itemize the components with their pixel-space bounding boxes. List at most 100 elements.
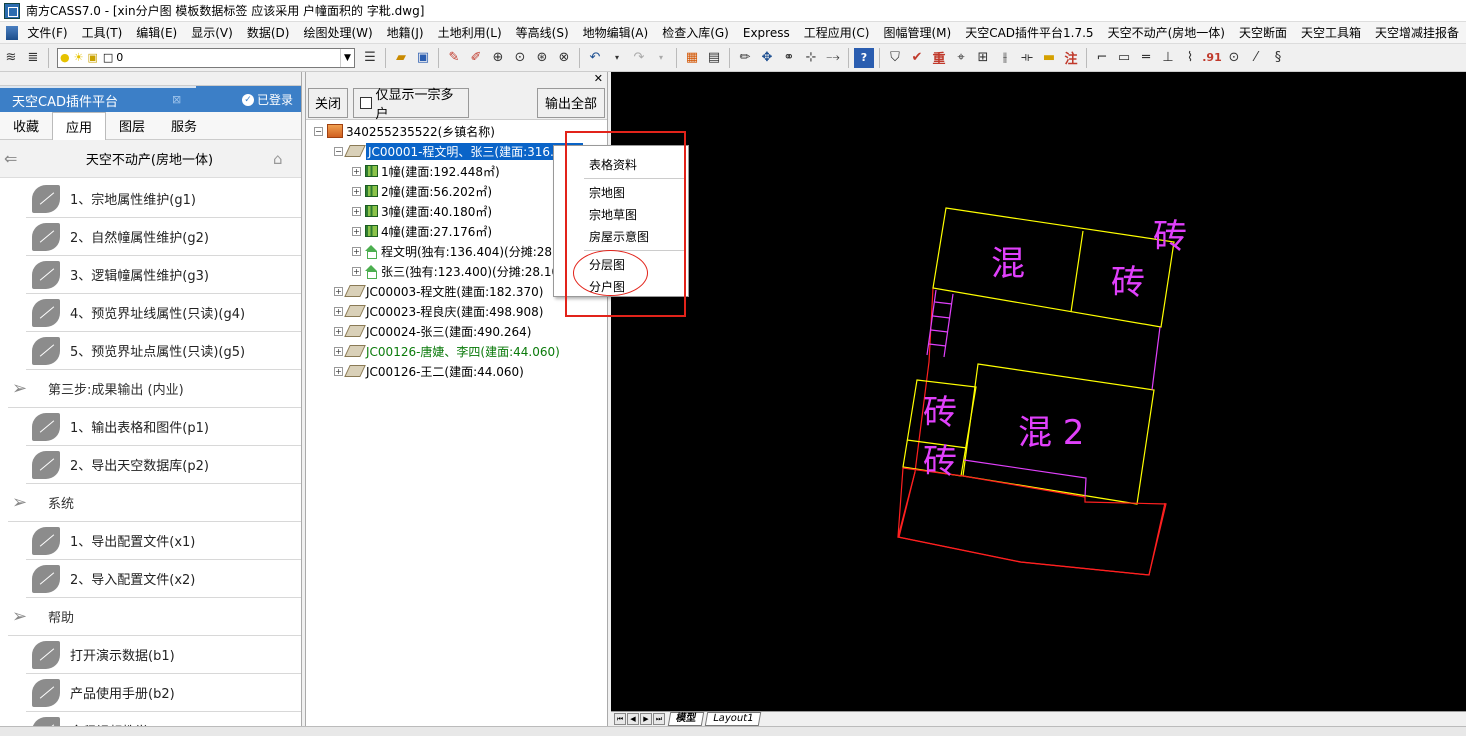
- note-icon[interactable]: 注: [1061, 48, 1081, 68]
- menu-item-table-data[interactable]: 表格资料: [589, 156, 637, 173]
- function-item[interactable]: 4、预览界址线属性(只读)(g4): [26, 294, 301, 332]
- function-item[interactable]: 1、输出表格和图件(p1): [26, 408, 301, 446]
- tab-model[interactable]: 模型: [667, 712, 705, 726]
- scale-icon[interactable]: ▬: [1039, 48, 1059, 68]
- tree-root[interactable]: − 340255235522(乡镇名称): [314, 122, 495, 140]
- tree-node-household[interactable]: + 张三(独有:123.400)(分摊:28.10: [352, 262, 559, 280]
- expand-icon[interactable]: +: [334, 346, 343, 356]
- tree-node-parcel[interactable]: + JC00126-王二(建面:44.060): [334, 362, 524, 380]
- menu-toolbox[interactable]: 天空工具箱: [1294, 24, 1368, 41]
- undo-icon[interactable]: ↶: [585, 48, 605, 68]
- menu-section[interactable]: 天空断面: [1232, 24, 1294, 41]
- expand-icon[interactable]: +: [352, 206, 361, 216]
- linetype-icon[interactable]: ☰: [360, 48, 380, 68]
- hatch-icon[interactable]: ⌇: [1180, 48, 1200, 68]
- layers-icon[interactable]: ≋: [1, 48, 21, 68]
- chevron-down-icon[interactable]: ▼: [340, 48, 354, 67]
- menu-express[interactable]: Express: [736, 26, 797, 40]
- function-item[interactable]: 5、预览界址点属性(只读)(g5): [26, 332, 301, 370]
- tree-node-building[interactable]: + 2幢(建面:56.202㎡): [352, 182, 492, 200]
- layer-states-icon[interactable]: ≣: [23, 48, 43, 68]
- circle-point-icon[interactable]: ⊙: [1224, 48, 1244, 68]
- tree-node-building[interactable]: + 4幢(建面:27.176㎡): [352, 222, 492, 240]
- expand-icon[interactable]: +: [352, 266, 361, 276]
- pencil-icon[interactable]: ✎: [444, 48, 464, 68]
- curve-icon[interactable]: §: [1268, 48, 1288, 68]
- document-icon[interactable]: [6, 25, 19, 40]
- menu-contour[interactable]: 等高线(S): [509, 24, 576, 41]
- menu-item-household-plan[interactable]: 分户图: [589, 278, 625, 295]
- eraser-icon[interactable]: ✐: [466, 48, 486, 68]
- block-icon[interactable]: ⊞: [973, 48, 993, 68]
- collapse-icon[interactable]: −: [334, 146, 343, 156]
- tab-layout1[interactable]: Layout1: [704, 712, 762, 726]
- trim-icon[interactable]: ⊹: [801, 48, 821, 68]
- dimension-icon[interactable]: ⟛: [1017, 48, 1037, 68]
- menu-sheet[interactable]: 图幅管理(M): [876, 24, 958, 41]
- extend-icon[interactable]: ⤍: [823, 48, 843, 68]
- fence-icon[interactable]: ⊥: [1158, 48, 1178, 68]
- zoom-window-icon[interactable]: ⊛: [532, 48, 552, 68]
- tree-node-building[interactable]: + 3幢(建面:40.180㎡): [352, 202, 492, 220]
- function-item[interactable]: 产品使用手册(b2): [26, 674, 301, 712]
- tree-node-parcel[interactable]: + JC00126-唐婕、李四(建面:44.060): [334, 342, 560, 360]
- next-tab-icon[interactable]: ▶: [640, 713, 652, 725]
- menu-check[interactable]: 检查入库(G): [655, 24, 736, 41]
- line-icon[interactable]: ⁄: [1246, 48, 1266, 68]
- tag-icon[interactable]: ⛉: [885, 48, 905, 68]
- tab-services[interactable]: 服务: [158, 112, 210, 140]
- expand-icon[interactable]: +: [334, 366, 343, 376]
- menu-edit[interactable]: 编辑(E): [129, 24, 184, 41]
- expand-icon[interactable]: +: [352, 166, 361, 176]
- tree-node-selected[interactable]: − JC00001-程文明、张三(建面:316.008): [334, 142, 584, 160]
- function-item[interactable]: 1、导出配置文件(x1): [26, 522, 301, 560]
- undo-dropdown-icon[interactable]: ▾: [607, 48, 627, 68]
- only-multi-household-checkbox[interactable]: 仅显示一宗多户: [353, 87, 469, 122]
- menu-feature-edit[interactable]: 地物编辑(A): [576, 24, 656, 41]
- export-all-button[interactable]: 输出全部: [537, 87, 605, 118]
- calculator-icon[interactable]: ▤: [704, 48, 724, 68]
- redo-dropdown-icon[interactable]: ▾: [651, 48, 671, 68]
- last-tab-icon[interactable]: ⏭: [653, 713, 665, 725]
- redo-icon[interactable]: ↷: [629, 48, 649, 68]
- menu-drawing[interactable]: 绘图处理(W): [296, 24, 379, 41]
- collapse-icon[interactable]: −: [314, 126, 323, 136]
- tab-apps[interactable]: 应用: [52, 111, 107, 140]
- menu-item-floor-plan[interactable]: 分层图: [589, 256, 625, 273]
- menu-cadastre[interactable]: 地籍(J): [380, 24, 431, 41]
- brush-icon[interactable]: ✏: [735, 48, 755, 68]
- first-tab-icon[interactable]: ⏮: [614, 713, 626, 725]
- parallel-icon[interactable]: ⫲: [995, 48, 1015, 68]
- expand-icon[interactable]: +: [334, 306, 343, 316]
- node-icon[interactable]: ⌖: [951, 48, 971, 68]
- drawing-canvas[interactable]: 混 砖 砖 砖 混 2 砖: [611, 72, 1466, 711]
- elevation-point-icon[interactable]: .91: [1202, 48, 1222, 68]
- check-pen-icon[interactable]: ✔: [907, 48, 927, 68]
- layer-select[interactable]: ● ☀ ▣ □ 0 ▼: [57, 47, 355, 68]
- home-icon[interactable]: ⌂: [273, 150, 295, 168]
- tree-node-parcel[interactable]: + JC00003-程文胜(建面:182.370): [334, 282, 543, 300]
- join-icon[interactable]: ⚭: [779, 48, 799, 68]
- zoom-icon[interactable]: ⊙: [510, 48, 530, 68]
- move-icon[interactable]: ✥: [757, 48, 777, 68]
- function-item[interactable]: 3、逻辑幢属性维护(g3): [26, 256, 301, 294]
- menu-tools[interactable]: 工具(T): [75, 24, 130, 41]
- tree-node-parcel[interactable]: + JC00023-程良庆(建面:498.908): [334, 302, 543, 320]
- expand-icon[interactable]: +: [352, 226, 361, 236]
- tab-favorites[interactable]: 收藏: [0, 112, 52, 140]
- menu-engineering[interactable]: 工程应用(C): [797, 24, 877, 41]
- menu-item-parcel-map[interactable]: 宗地图: [589, 184, 625, 201]
- menu-data[interactable]: 数据(D): [240, 24, 297, 41]
- zoom-extents-icon[interactable]: ⊗: [554, 48, 574, 68]
- close-icon[interactable]: ⊠: [172, 93, 186, 107]
- panel-tab[interactable]: 天空CAD插件平台 ⊠: [0, 88, 196, 112]
- save-icon[interactable]: ▣: [413, 48, 433, 68]
- rectangle-icon[interactable]: ▭: [1114, 48, 1134, 68]
- back-icon[interactable]: ⇐: [4, 149, 26, 168]
- expand-icon[interactable]: +: [352, 186, 361, 196]
- close-icon[interactable]: ✕: [594, 72, 603, 85]
- heavy-text-icon[interactable]: 重: [929, 48, 949, 68]
- expand-icon[interactable]: +: [334, 286, 343, 296]
- panel-grip[interactable]: [0, 72, 301, 86]
- close-button[interactable]: 关闭: [308, 87, 348, 118]
